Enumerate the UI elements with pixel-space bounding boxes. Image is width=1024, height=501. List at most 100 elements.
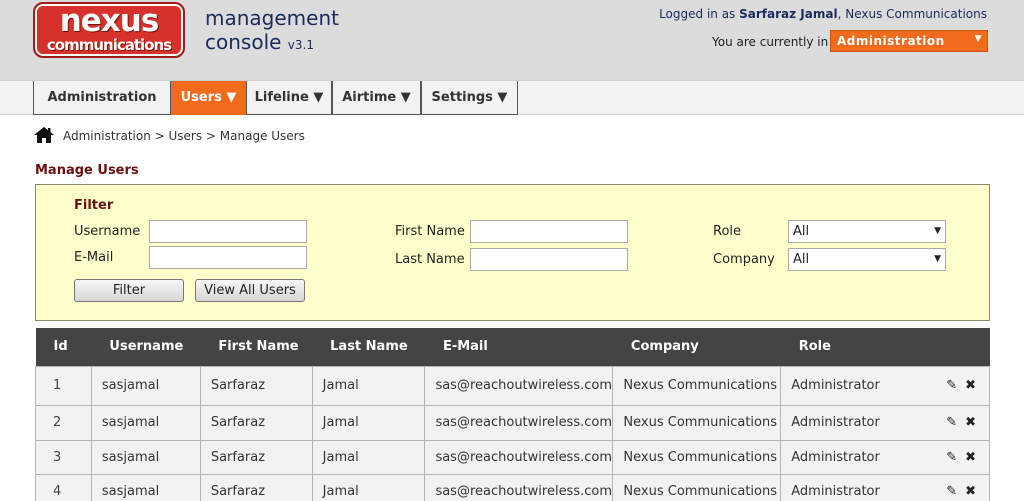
email-label: E-Mail: [74, 250, 114, 265]
user-name: Sarfaraz Jamal: [739, 7, 838, 21]
cell-first-name: Sarfaraz: [199, 365, 313, 406]
first-name-label: First Name: [395, 224, 465, 239]
logged-in-prefix: Logged in as: [659, 7, 736, 21]
cell-company: Nexus Communications: [612, 473, 782, 501]
page-title: Manage Users: [35, 163, 139, 178]
delete-icon[interactable]: ✖: [965, 415, 976, 430]
edit-icon[interactable]: ✎: [946, 378, 957, 393]
cell-first-name: Sarfaraz: [199, 439, 313, 475]
company-name: Nexus Communications: [845, 7, 987, 21]
role-select-value: All: [793, 224, 810, 239]
cell-username: sasjamal: [90, 404, 201, 441]
cell-id: 4: [35, 473, 92, 501]
cell-actions: ✎ ✖: [909, 439, 990, 475]
chevron-down-icon: ▼: [934, 254, 941, 264]
cell-role: Administrator: [780, 473, 910, 501]
cell-role: Administrator: [780, 404, 910, 441]
cell-username: sasjamal: [90, 473, 201, 501]
console-title: management console v3.1: [205, 6, 339, 57]
column-header-id[interactable]: Id: [35, 328, 92, 366]
cell-email: sas@reachoutwireless.com: [424, 439, 614, 475]
cell-company: Nexus Communications: [612, 404, 782, 441]
console-title-line1: management: [205, 6, 339, 30]
logo-wordmark: nexus: [59, 3, 160, 39]
main-nav: Administration Users ▼ Lifeline ▼ Airtim…: [0, 80, 1024, 115]
chevron-down-icon: ▼: [934, 226, 941, 236]
last-name-label: Last Name: [395, 252, 465, 267]
table-header-row: Id Username First Name Last Name E-Mail …: [35, 328, 990, 366]
table-row: 4 sasjamal Sarfaraz Jamal sas@reachoutwi…: [35, 473, 990, 501]
column-header-company[interactable]: Company: [612, 328, 781, 366]
cell-first-name: Sarfaraz: [199, 473, 313, 501]
column-header-actions: [909, 328, 990, 366]
nav-item-settings[interactable]: Settings ▼: [421, 81, 518, 115]
context-select-value: Administration: [837, 34, 945, 48]
table-row: 3 sasjamal Sarfaraz Jamal sas@reachoutwi…: [35, 439, 990, 475]
users-table: Id Username First Name Last Name E-Mail …: [35, 328, 990, 501]
nexus-logo[interactable]: nexus communications: [33, 2, 185, 58]
cell-actions: ✎ ✖: [909, 365, 990, 406]
edit-icon[interactable]: ✎: [946, 450, 957, 465]
console-word: console: [205, 30, 282, 54]
username-input[interactable]: [149, 220, 307, 243]
company-select[interactable]: All ▼: [788, 248, 946, 271]
cell-company: Nexus Communications: [612, 439, 782, 475]
delete-icon[interactable]: ✖: [965, 378, 976, 393]
cell-first-name: Sarfaraz: [199, 404, 313, 441]
table-row: 2 sasjamal Sarfaraz Jamal sas@reachoutwi…: [35, 404, 990, 441]
filter-button[interactable]: Filter: [74, 279, 184, 302]
context-select[interactable]: Administration ▼: [830, 30, 988, 52]
username-label: Username: [74, 224, 141, 239]
delete-icon[interactable]: ✖: [965, 484, 976, 499]
view-all-users-button[interactable]: View All Users: [195, 279, 305, 302]
cell-email: sas@reachoutwireless.com: [424, 473, 614, 501]
cell-id: 1: [35, 365, 92, 406]
header: nexus communications management console …: [0, 0, 1024, 80]
last-name-input[interactable]: [470, 248, 628, 271]
chevron-down-icon: ▼: [974, 34, 982, 44]
breadcrumb[interactable]: Administration > Users > Manage Users: [63, 129, 305, 143]
logged-in-info: Logged in as Sarfaraz Jamal, Nexus Commu…: [659, 7, 987, 21]
cell-email: sas@reachoutwireless.com: [424, 365, 614, 406]
cell-actions: ✎ ✖: [909, 404, 990, 441]
column-header-username[interactable]: Username: [91, 328, 201, 366]
cell-role: Administrator: [780, 365, 910, 406]
column-header-email[interactable]: E-Mail: [424, 328, 613, 366]
table-row: 1 sasjamal Sarfaraz Jamal sas@reachoutwi…: [35, 365, 990, 406]
cell-username: sasjamal: [90, 439, 201, 475]
version-label: v3.1: [287, 38, 314, 52]
cell-id: 2: [35, 404, 92, 441]
company-select-value: All: [793, 252, 810, 267]
cell-id: 3: [35, 439, 92, 475]
company-label: Company: [713, 252, 775, 267]
first-name-input[interactable]: [470, 220, 628, 243]
logo-subtitle: communications: [46, 36, 172, 54]
role-select[interactable]: All ▼: [788, 220, 946, 243]
current-context-label: You are currently in: [712, 35, 829, 49]
column-header-role[interactable]: Role: [780, 328, 910, 366]
cell-last-name: Jamal: [311, 473, 426, 501]
home-icon[interactable]: [34, 126, 54, 144]
nav-item-airtime[interactable]: Airtime ▼: [332, 81, 421, 115]
column-header-first-name[interactable]: First Name: [200, 328, 313, 366]
role-label: Role: [713, 224, 742, 239]
filter-panel: Filter Username E-Mail First Name Last N…: [35, 184, 990, 321]
cell-actions: ✎ ✖: [909, 473, 990, 501]
cell-role: Administrator: [780, 439, 910, 475]
cell-company: Nexus Communications: [612, 365, 782, 406]
cell-last-name: Jamal: [311, 365, 426, 406]
nav-item-administration[interactable]: Administration: [33, 81, 171, 115]
edit-icon[interactable]: ✎: [946, 484, 957, 499]
email-input[interactable]: [149, 246, 307, 269]
column-header-last-name[interactable]: Last Name: [312, 328, 425, 366]
filter-title: Filter: [74, 198, 114, 213]
delete-icon[interactable]: ✖: [965, 450, 976, 465]
cell-username: sasjamal: [90, 365, 201, 406]
console-title-line2: console v3.1: [205, 30, 339, 57]
edit-icon[interactable]: ✎: [946, 415, 957, 430]
nav-item-users[interactable]: Users ▼: [171, 81, 246, 115]
nav-item-lifeline[interactable]: Lifeline ▼: [246, 81, 332, 115]
cell-last-name: Jamal: [311, 404, 426, 441]
cell-email: sas@reachoutwireless.com: [424, 404, 614, 441]
cell-last-name: Jamal: [311, 439, 426, 475]
